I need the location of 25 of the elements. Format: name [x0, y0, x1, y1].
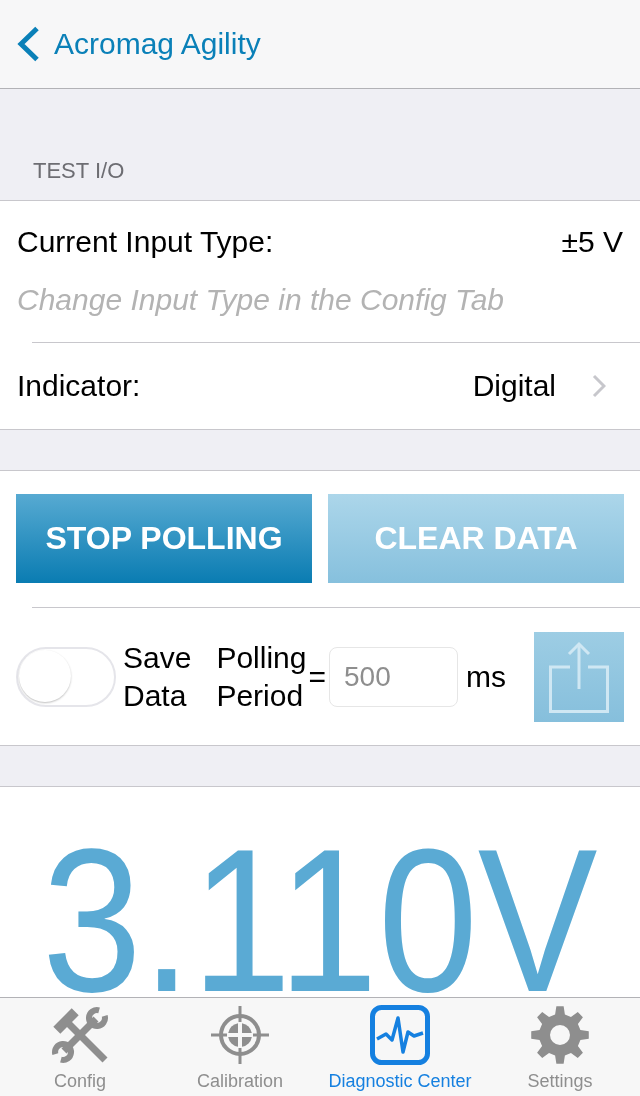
stop-polling-button[interactable]: STOP POLLING	[16, 494, 312, 583]
indicator-label: Indicator:	[17, 369, 141, 403]
tab[interactable]: Config	[0, 998, 160, 1096]
crosshair-icon	[210, 1005, 270, 1065]
equals-sign: =	[308, 659, 326, 694]
tools-icon	[50, 1005, 110, 1065]
polling-period-field[interactable]: 500	[329, 646, 458, 707]
indicator-value[interactable]: Digital	[472, 369, 556, 403]
settings-icon	[530, 1005, 590, 1065]
unit-label: ms	[466, 659, 506, 694]
section-header: TEST I/O	[33, 158, 125, 184]
tab[interactable]: Diagnostic Center	[320, 998, 480, 1096]
tab[interactable]: Settings	[480, 998, 640, 1096]
input-type-value: ±5 V	[561, 224, 623, 260]
back-chevron-icon	[16, 26, 40, 62]
hint-text: Change Input Type in the Config Tab	[17, 283, 504, 316]
polling-period-label: Polling Period	[216, 639, 307, 714]
share-icon	[549, 640, 609, 713]
tab[interactable]: Calibration	[160, 998, 320, 1096]
save-data-label: Save Data	[123, 639, 192, 714]
chevron-icon[interactable]	[592, 374, 606, 398]
pulse-icon	[370, 1005, 430, 1065]
back-button[interactable]: Acromag Agility	[16, 26, 261, 62]
voltage-reading: 3.110V	[42, 841, 598, 997]
input-type-label: Current Input Type:	[17, 224, 274, 260]
